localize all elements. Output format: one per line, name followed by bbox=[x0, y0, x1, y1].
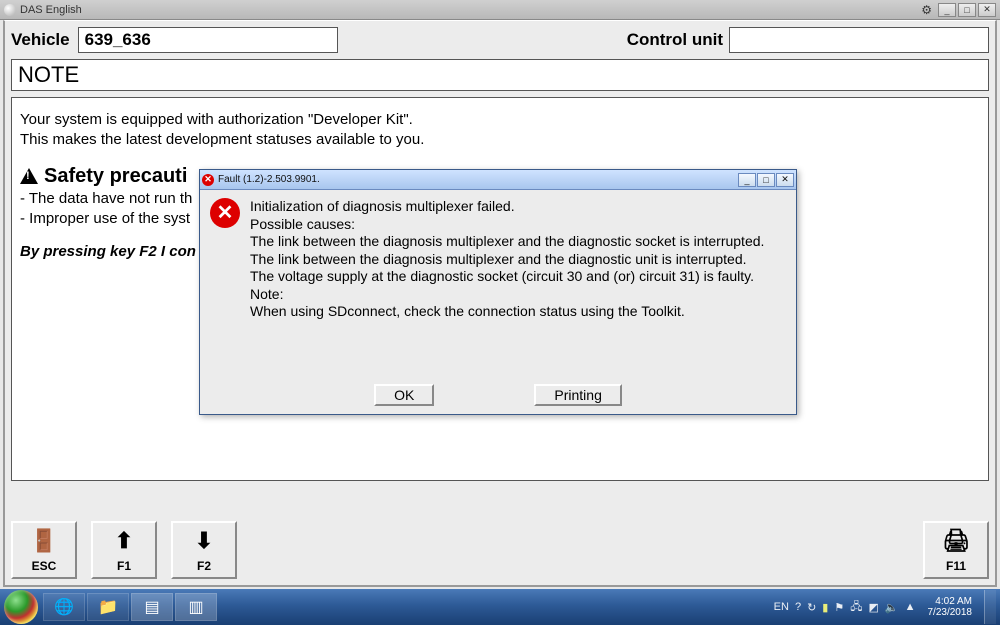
lang-indicator[interactable]: EN bbox=[774, 601, 789, 613]
app-icon bbox=[4, 4, 16, 16]
taskbar: 🌐 📁 ▤ ▥ EN ? ↻ ▮ ⚑ 🖧 ◩ 🔈 ▲ 4:02 AM 7/23/… bbox=[0, 589, 1000, 625]
minimize-button[interactable]: _ bbox=[938, 3, 956, 17]
ok-button[interactable]: OK bbox=[374, 384, 434, 406]
dialog-titlebar[interactable]: ✕ Fault (1.2)-2.503.9901. _ □ ✕ bbox=[200, 170, 796, 190]
settings-icon[interactable]: ⚙ bbox=[921, 3, 932, 17]
pressing-note: By pressing key F2 I con bbox=[20, 243, 196, 260]
arrow-down-icon: ⬇ bbox=[195, 523, 213, 559]
safety-heading: Safety precauti bbox=[44, 163, 187, 189]
start-button[interactable] bbox=[4, 590, 38, 624]
system-tray: EN ? ↻ ▮ ⚑ 🖧 ◩ 🔈 ▲ 4:02 AM 7/23/2018 bbox=[774, 590, 1000, 624]
esc-button[interactable]: 🚪 ESC bbox=[11, 521, 77, 579]
tray-battery-icon[interactable]: ▮ bbox=[822, 601, 828, 614]
dlg-line6: Note: bbox=[250, 286, 786, 304]
tray-shield-icon[interactable]: ▲ bbox=[905, 601, 916, 613]
f2-label: F2 bbox=[197, 559, 211, 573]
control-unit-field[interactable] bbox=[729, 27, 989, 53]
body-line1: Your system is equipped with authorizati… bbox=[20, 110, 980, 130]
fnkey-bar: 🚪 ESC ⬆ F1 ⬇ F2 🖨 F11 bbox=[11, 521, 989, 579]
warning-icon bbox=[20, 168, 38, 184]
taskbar-app1-icon[interactable]: ▤ bbox=[131, 593, 173, 621]
error-large-icon: ✕ bbox=[210, 198, 240, 228]
door-exit-icon: 🚪 bbox=[30, 523, 57, 559]
tray-network-icon[interactable]: 🖧 bbox=[850, 598, 862, 617]
dlg-line7: When using SDconnect, check the connecti… bbox=[250, 303, 786, 321]
dialog-maximize-button[interactable]: □ bbox=[757, 173, 775, 187]
dialog-minimize-button[interactable]: _ bbox=[738, 173, 756, 187]
vehicle-field[interactable]: 639_636 bbox=[78, 27, 338, 53]
tray-flag-icon[interactable]: ⚑ bbox=[834, 601, 844, 614]
body-line2: This makes the latest development status… bbox=[20, 130, 980, 150]
dlg-line5: The voltage supply at the diagnostic soc… bbox=[250, 268, 786, 286]
taskbar-app2-icon[interactable]: ▥ bbox=[175, 593, 217, 621]
dlg-line1: Initialization of diagnosis multiplexer … bbox=[250, 198, 786, 216]
tray-volume-icon[interactable]: 🔈 bbox=[885, 601, 899, 614]
dlg-line3: The link between the diagnosis multiplex… bbox=[250, 233, 786, 251]
printing-button[interactable]: Printing bbox=[534, 384, 621, 406]
show-desktop-button[interactable] bbox=[984, 590, 996, 624]
header-row: Vehicle 639_636 Control unit bbox=[5, 21, 995, 57]
printer-icon: 🖨 bbox=[942, 523, 970, 559]
fault-dialog: ✕ Fault (1.2)-2.503.9901. _ □ ✕ ✕ Initia… bbox=[199, 169, 797, 415]
dialog-title: Fault (1.2)-2.503.9901. bbox=[218, 174, 320, 185]
f1-button[interactable]: ⬆ F1 bbox=[91, 521, 157, 579]
arrow-up-icon: ⬆ bbox=[115, 523, 133, 559]
app-title: DAS English bbox=[20, 4, 82, 16]
taskbar-explorer-icon[interactable]: 📁 bbox=[87, 593, 129, 621]
note-title: NOTE bbox=[11, 59, 989, 91]
clock-time: 4:02 AM bbox=[928, 596, 973, 607]
tray-help-icon[interactable]: ? bbox=[795, 601, 801, 613]
taskbar-ie-icon[interactable]: 🌐 bbox=[43, 593, 85, 621]
dialog-close-button[interactable]: ✕ bbox=[776, 173, 794, 187]
f11-label: F11 bbox=[946, 559, 966, 573]
close-button[interactable]: ✕ bbox=[978, 3, 996, 17]
dialog-message: Initialization of diagnosis multiplexer … bbox=[250, 198, 786, 378]
f11-button[interactable]: 🖨 F11 bbox=[923, 521, 989, 579]
tray-device-icon[interactable]: ◩ bbox=[869, 601, 879, 614]
esc-label: ESC bbox=[32, 559, 57, 573]
dlg-line4: The link between the diagnosis multiplex… bbox=[250, 251, 786, 269]
f1-label: F1 bbox=[117, 559, 131, 573]
dlg-line2: Possible causes: bbox=[250, 216, 786, 234]
vehicle-label: Vehicle bbox=[11, 30, 70, 50]
maximize-button[interactable]: □ bbox=[958, 3, 976, 17]
f2-button[interactable]: ⬇ F2 bbox=[171, 521, 237, 579]
taskbar-clock[interactable]: 4:02 AM 7/23/2018 bbox=[922, 596, 979, 618]
error-icon: ✕ bbox=[202, 174, 214, 186]
clock-date: 7/23/2018 bbox=[928, 607, 973, 618]
control-unit-label: Control unit bbox=[627, 30, 723, 50]
tray-sync-icon[interactable]: ↻ bbox=[807, 601, 816, 614]
app-titlebar: DAS English ⚙ _ □ ✕ bbox=[0, 0, 1000, 20]
